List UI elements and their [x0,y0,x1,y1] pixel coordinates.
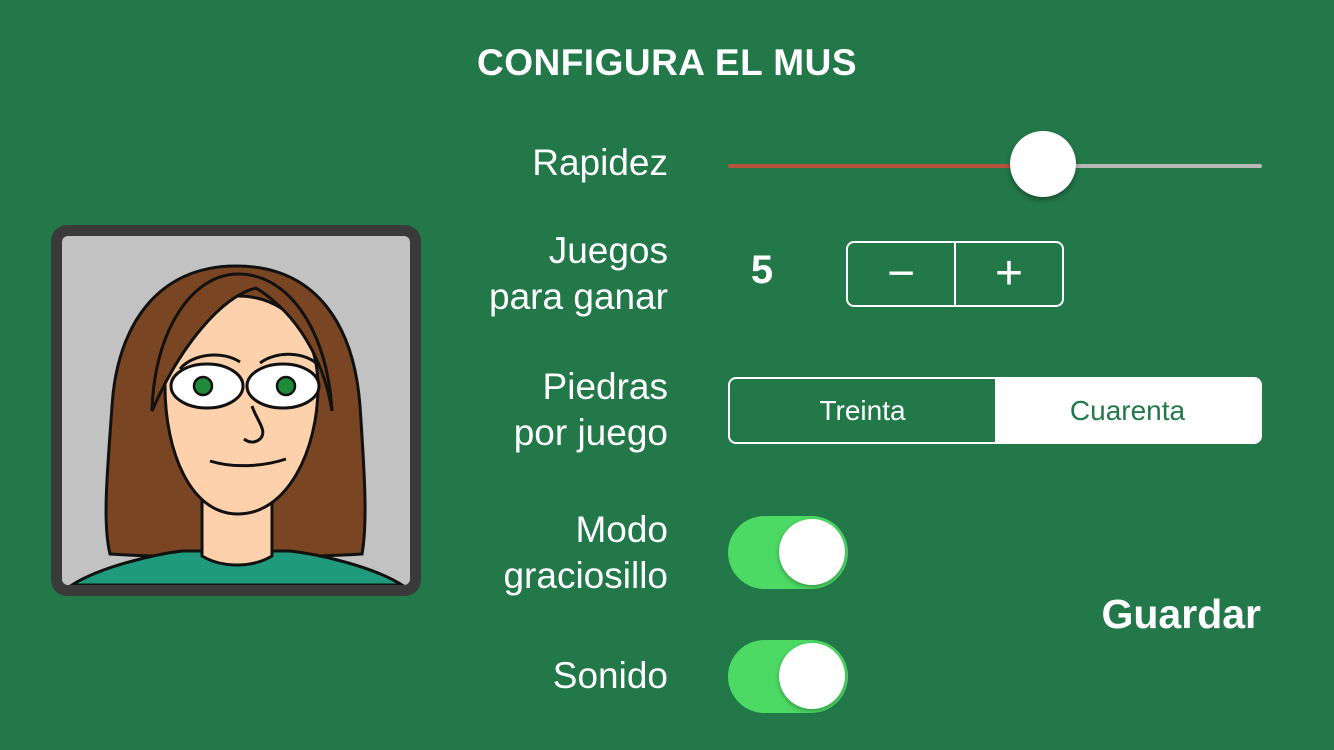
funny-mode-label: Modo graciosillo [503,507,668,599]
games-to-win-label: Juegos para ganar [489,228,668,320]
decrement-button[interactable]: − [848,243,954,305]
stones-per-game-label-line2: por juego [513,412,668,453]
slider-track-filled [728,164,1043,168]
avatar[interactable] [51,225,421,596]
stones-segmented-control: Treinta Cuarenta [728,377,1262,444]
segment-cuarenta[interactable]: Cuarenta [995,379,1260,442]
save-button[interactable]: Guardar [1102,591,1262,638]
toggle-knob [779,519,845,585]
segment-treinta[interactable]: Treinta [730,379,995,442]
sound-label: Sonido [552,655,668,696]
page-title: CONFIGURA EL MUS [476,42,858,83]
stones-per-game-label: Piedras por juego [514,364,668,456]
stones-per-game-label-line1: Piedras [542,366,668,407]
speed-slider[interactable] [728,130,1262,200]
funny-mode-label-line1: Modo [575,509,668,550]
games-to-win-value: 5 [750,248,774,292]
toggle-knob [779,643,845,709]
woman-avatar-icon [69,264,405,585]
games-to-win-label-line1: Juegos [548,230,668,271]
games-to-win-label-line2: para ganar [489,276,668,317]
games-stepper: − + [846,241,1064,307]
sound-toggle[interactable] [728,640,848,713]
funny-mode-label-line2: graciosillo [503,555,668,596]
avatar-image [62,236,410,585]
slider-thumb[interactable] [1010,131,1076,197]
funny-mode-toggle[interactable] [728,516,848,589]
speed-label: Rapidez [532,142,668,183]
increment-button[interactable]: + [954,243,1062,305]
